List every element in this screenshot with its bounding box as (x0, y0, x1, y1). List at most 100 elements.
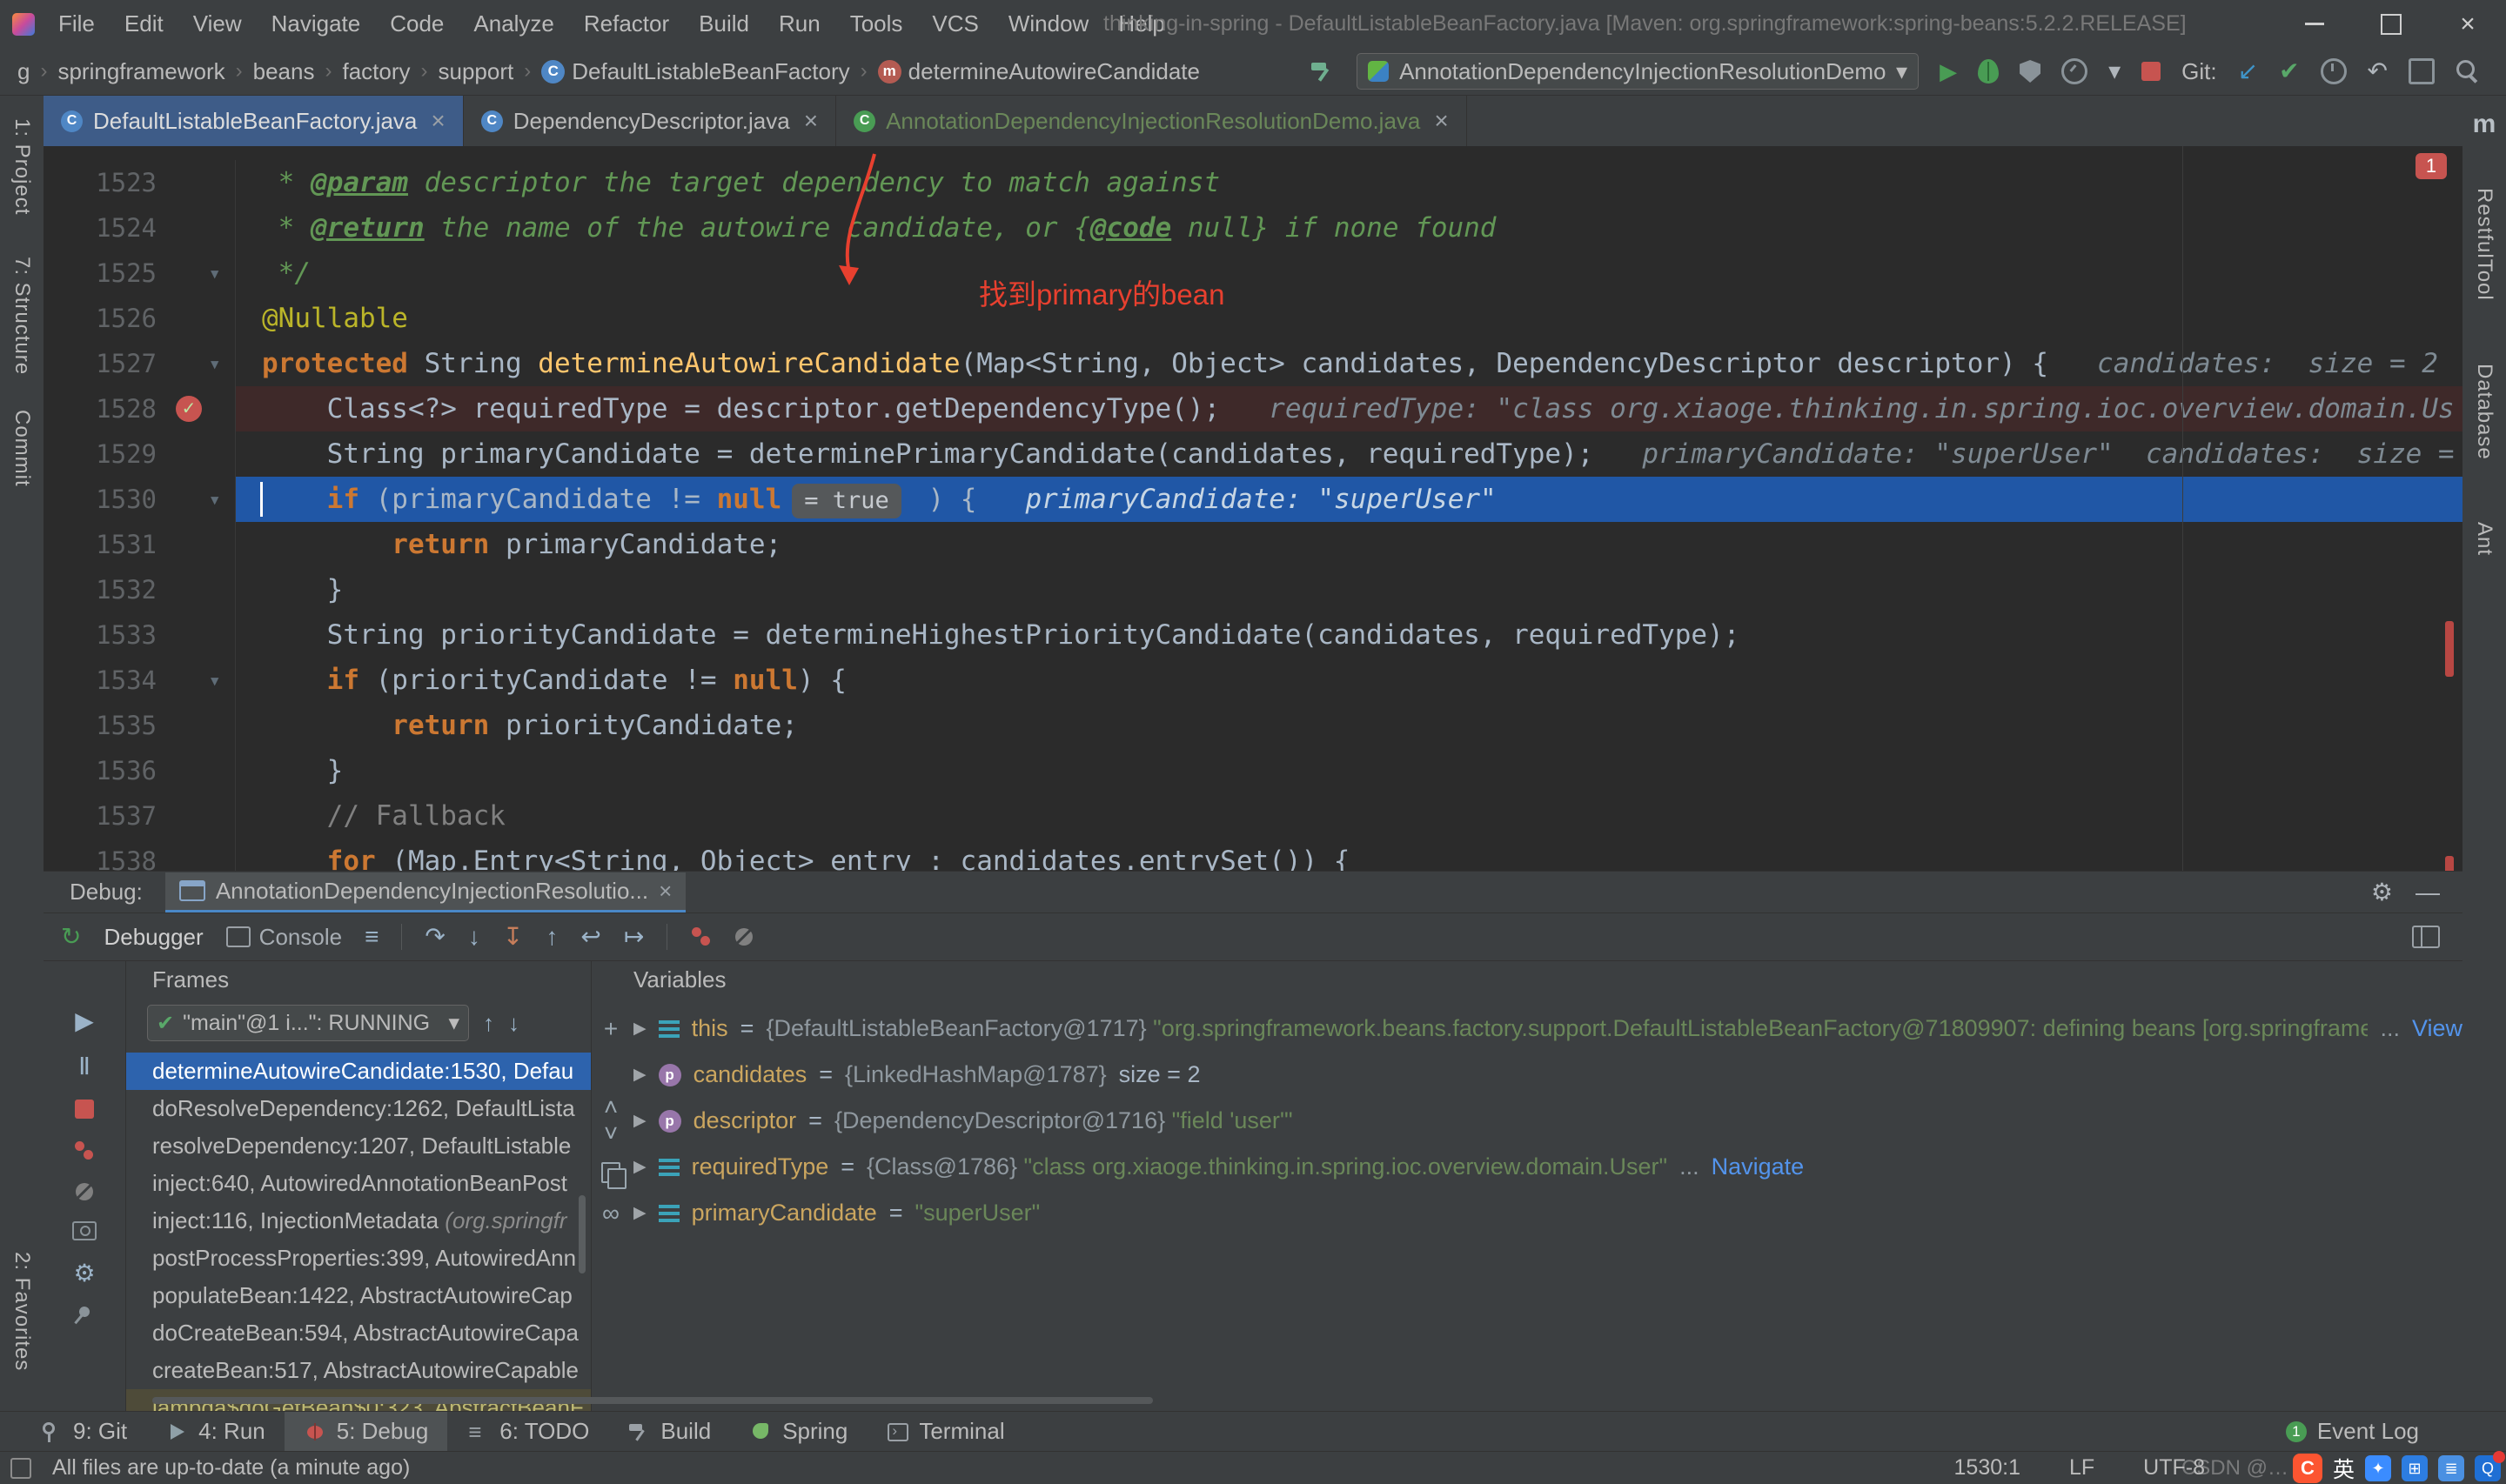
search-everywhere-button[interactable] (2456, 59, 2480, 84)
gutter[interactable]: 1527 ▾ (44, 341, 236, 386)
close-icon[interactable]: × (1434, 107, 1448, 135)
gear-icon[interactable]: ⚙ (2371, 878, 2393, 906)
menu-navigate[interactable]: Navigate (257, 0, 376, 48)
git-history-button[interactable] (2320, 58, 2347, 84)
code-text[interactable]: * @return the name of the autowire candi… (236, 205, 2462, 251)
mute-breakpoints-icon[interactable] (76, 1183, 93, 1200)
expand-icon[interactable]: ▶ (633, 1019, 647, 1039)
gutter[interactable]: 1531 (44, 522, 236, 567)
toolbar-button-terminal[interactable]: Terminal (867, 1412, 1023, 1451)
run-to-cursor-icon[interactable]: ↦ (624, 924, 644, 950)
toolbar-button-4-run[interactable]: 4: Run (146, 1412, 285, 1451)
menu-build[interactable]: Build (684, 0, 764, 48)
gutter[interactable]: 1526 (44, 296, 236, 341)
close-button[interactable]: × (2429, 0, 2506, 48)
event-log-button[interactable]: 1 Event Log (2285, 1418, 2419, 1445)
gutter[interactable]: 1537 (44, 793, 236, 839)
frame-row[interactable]: createBean:517, AbstractAutowireCapable (126, 1352, 591, 1389)
profiler-dropdown-icon[interactable]: ▾ (2108, 58, 2121, 84)
shelf-button[interactable] (2409, 58, 2435, 84)
editor-tab[interactable]: C DefaultListableBeanFactory.java × (44, 96, 464, 146)
inspection-error-badge[interactable]: 1 (2416, 153, 2447, 179)
gutter[interactable]: 1524 (44, 205, 236, 251)
error-stripe-mark[interactable] (2445, 856, 2454, 871)
debug-button[interactable] (1978, 59, 2000, 84)
breadcrumb-item[interactable]: springframework (56, 58, 226, 85)
code-text[interactable]: } (236, 748, 2462, 793)
editor-tab[interactable]: C AnnotationDependencyInjectionResolution… (836, 96, 1467, 146)
variable-row[interactable]: ▶ requiredType = {Class@1786} "class org.… (633, 1144, 2462, 1190)
gutter[interactable]: 1529 (44, 431, 236, 477)
toolbar-button-build[interactable]: Build (608, 1412, 730, 1451)
frame-row[interactable]: determineAutowireCandidate:1530, Defau (126, 1053, 591, 1090)
breadcrumb-item[interactable]: beans (251, 58, 317, 85)
code-text[interactable]: if (primaryCandidate != null = true ) {pr… (236, 477, 2462, 522)
gutter[interactable]: 1533 (44, 612, 236, 658)
caret-position[interactable]: 1530:1 (1954, 1455, 2020, 1481)
tab-console[interactable]: Console (225, 924, 342, 951)
coverage-button[interactable] (2020, 60, 2041, 83)
tool-button-database[interactable]: Database (2472, 364, 2496, 460)
frame-row[interactable]: inject:640, AutowiredAnnotationBeanPost (126, 1165, 591, 1202)
toolbar-button-9-git[interactable]: 9: Git (21, 1412, 146, 1451)
horizontal-scrollbar[interactable] (152, 1397, 1153, 1404)
code-text[interactable]: return primaryCandidate; (236, 522, 2462, 567)
next-frame-icon[interactable]: ↓ (508, 1010, 519, 1037)
code-text[interactable]: @Nullable (236, 296, 2462, 341)
code-text[interactable]: String priorityCandidate = determineHigh… (236, 612, 2462, 658)
hide-icon[interactable]: — (2416, 879, 2440, 906)
menu-refactor[interactable]: Refactor (569, 0, 684, 48)
editor[interactable]: 1523 * @param descriptor the target depe… (44, 146, 2462, 871)
force-step-into-icon[interactable]: ↧ (503, 924, 523, 950)
menu-tools[interactable]: Tools (835, 0, 918, 48)
expand-icon[interactable]: ▶ (633, 1111, 647, 1131)
frames-scrollbar[interactable] (579, 1195, 586, 1273)
variable-row[interactable]: ▶ primaryCandidate = "superUser" (633, 1190, 2462, 1236)
tray-icon[interactable]: ✦ (2365, 1455, 2391, 1481)
fold-icon[interactable]: ▾ (209, 251, 221, 296)
code-text[interactable]: Class<?> requiredType = descriptor.getDe… (236, 386, 2462, 431)
frame-row[interactable]: doCreateBean:594, AbstractAutowireCapa (126, 1314, 591, 1352)
frame-row[interactable]: populateBean:1422, AbstractAutowireCap (126, 1277, 591, 1314)
menu-window[interactable]: Window (994, 0, 1103, 48)
layout-menu-icon[interactable]: ≡ (365, 924, 379, 950)
code-text[interactable]: for (Map.Entry<String, Object> entry : c… (236, 839, 2462, 871)
gutter[interactable]: 1525 ▾ (44, 251, 236, 296)
breadcrumb-item[interactable]: m determineAutowireCandidate (876, 58, 1202, 85)
frame-row[interactable]: doResolveDependency:1262, DefaultLista (126, 1090, 591, 1127)
tool-button-2-favorites[interactable]: 2: Favorites (10, 1252, 34, 1371)
error-stripe-mark[interactable] (2445, 621, 2454, 677)
drop-frame-icon[interactable]: ↩ (580, 924, 600, 950)
code-text[interactable]: */ (236, 251, 2462, 296)
maven-tool-button[interactable]: m (2473, 110, 2496, 139)
tool-button-1-project[interactable]: 1: Project (10, 118, 34, 215)
settings-icon[interactable]: ⚙ (73, 1261, 95, 1286)
menu-analyze[interactable]: Analyze (459, 0, 569, 48)
pause-icon[interactable]: Ⅱ (78, 1054, 90, 1079)
tab-debugger[interactable]: Debugger (104, 924, 203, 951)
tray-icon[interactable]: ≣ (2438, 1455, 2464, 1481)
menu-view[interactable]: View (178, 0, 257, 48)
maximize-button[interactable] (2353, 0, 2429, 48)
fold-icon[interactable]: ▾ (209, 477, 221, 522)
code-text[interactable]: protected String determineAutowireCandid… (236, 341, 2462, 386)
tool-button-restfultool[interactable]: RestfulTool (2472, 188, 2496, 301)
toolbar-button-6-todo[interactable]: 6: TODO (447, 1412, 608, 1451)
stop-icon[interactable] (75, 1100, 94, 1119)
thread-dump-icon[interactable] (72, 1221, 97, 1240)
code-text[interactable]: return priorityCandidate; (236, 703, 2462, 748)
git-rollback-button[interactable]: ↶ (2368, 58, 2388, 84)
code-text[interactable]: if (priorityCandidate != null) { (236, 658, 2462, 703)
step-out-icon[interactable]: ↑ (546, 924, 558, 950)
menu-edit[interactable]: Edit (110, 0, 178, 48)
stop-button[interactable] (2141, 62, 2161, 81)
code-text[interactable]: // Fallback (236, 793, 2462, 839)
breadcrumb-item[interactable]: g (16, 58, 31, 85)
menu-file[interactable]: File (44, 0, 110, 48)
tray-icon[interactable]: ⊞ (2402, 1455, 2428, 1481)
pin-icon[interactable] (77, 1304, 92, 1320)
run-configuration-select[interactable]: AnnotationDependencyInjectionResolutionD… (1357, 53, 1920, 90)
debug-session-tab[interactable]: AnnotationDependencyInjectionResolutio..… (164, 872, 687, 912)
resume-icon[interactable]: ▶ (75, 1009, 94, 1033)
build-hammer-icon[interactable] (1310, 58, 1336, 84)
